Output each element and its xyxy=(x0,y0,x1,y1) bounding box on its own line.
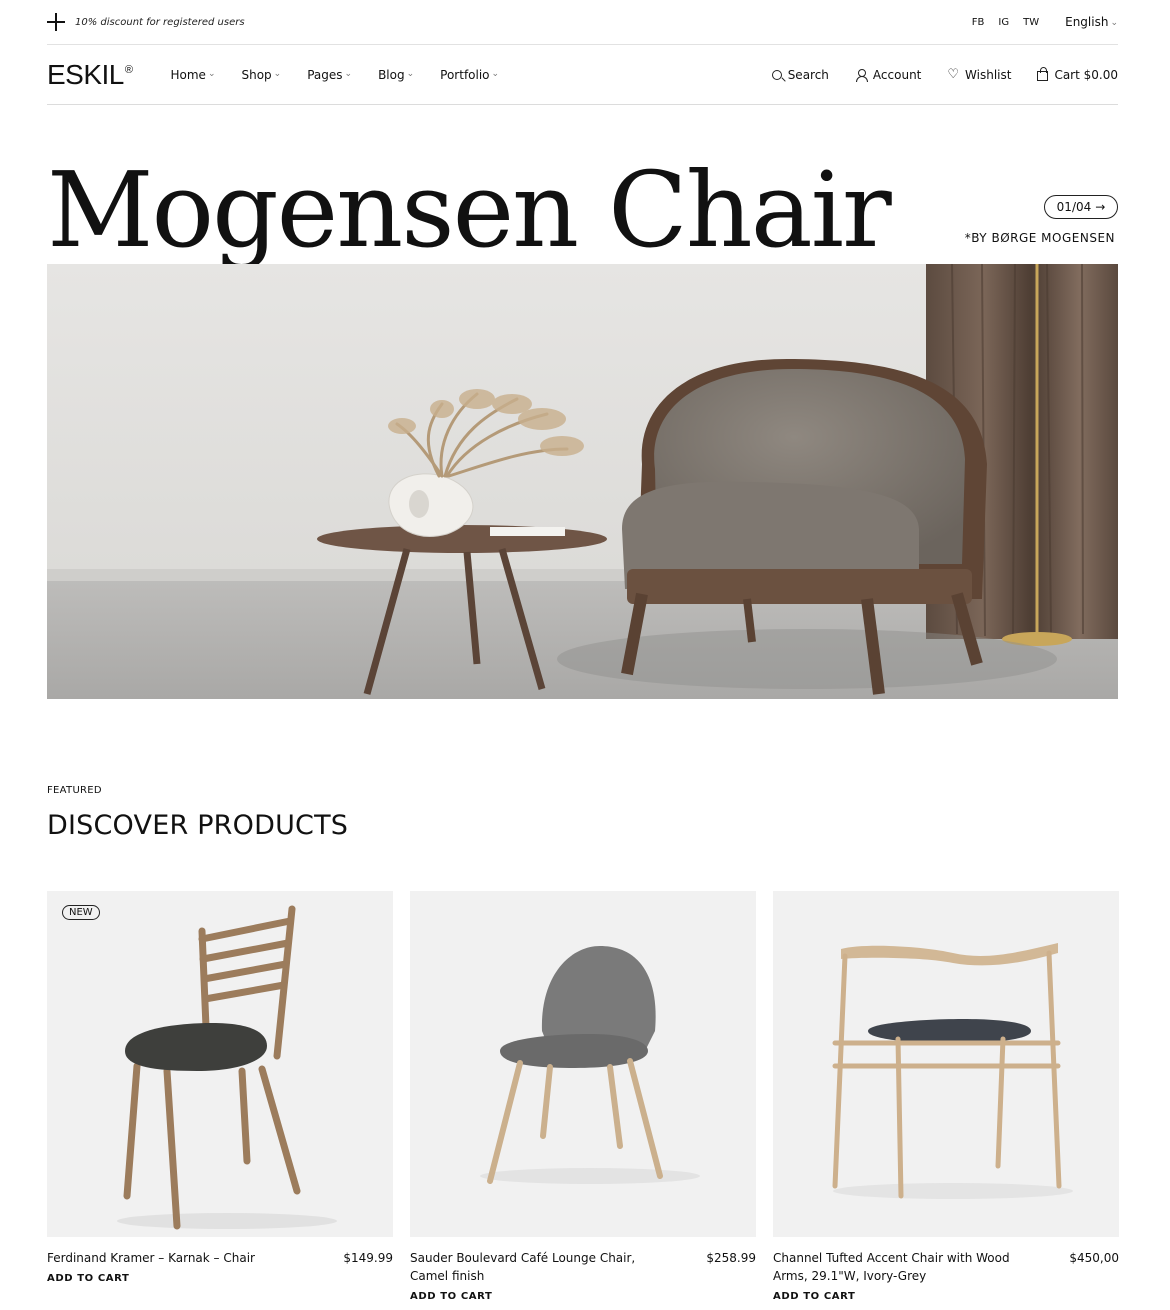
search-icon xyxy=(771,69,782,80)
menu-item-portfolio[interactable]: Portfolio ⌄ xyxy=(440,68,499,82)
slide-counter: 01/04 xyxy=(1056,200,1092,214)
product-card[interactable]: Channel Tufted Accent Chair with Wood Ar… xyxy=(773,891,1119,1302)
search-button[interactable]: Search xyxy=(771,67,829,82)
arrow-right-icon: → xyxy=(1095,200,1106,214)
product-info: Sauder Boulevard Café Lounge Chair, Came… xyxy=(410,1249,756,1285)
promo-text: 10% discount for registered users xyxy=(75,16,245,28)
hero-illustration xyxy=(47,264,1118,699)
product-name[interactable]: Ferdinand Kramer – Karnak – Chair xyxy=(47,1249,307,1267)
logo-text: ESKIL xyxy=(47,58,124,90)
user-icon xyxy=(855,68,868,82)
product-name[interactable]: Sauder Boulevard Café Lounge Chair, Came… xyxy=(410,1249,670,1285)
menu-item-blog[interactable]: Blog ⌄ xyxy=(378,68,414,82)
add-to-cart-button[interactable]: ADD TO CART xyxy=(773,1291,1119,1302)
registered-mark: ® xyxy=(124,64,133,77)
promo: 10% discount for registered users xyxy=(47,13,245,31)
account-button[interactable]: Account xyxy=(855,68,921,82)
section-title: DISCOVER PRODUCTS xyxy=(47,810,349,841)
new-badge: NEW xyxy=(62,905,100,920)
header-actions: Search Account ♡ Wishlist Cart $0.00 xyxy=(771,66,1118,82)
product-image[interactable] xyxy=(773,891,1119,1237)
product-card[interactable]: Sauder Boulevard Café Lounge Chair, Came… xyxy=(410,891,756,1302)
menu-label: Shop xyxy=(241,67,272,82)
menu-label: Home xyxy=(170,67,206,82)
cart-button[interactable]: Cart $0.00 xyxy=(1037,66,1118,82)
menu-item-pages[interactable]: Pages ⌄ xyxy=(307,68,352,82)
logo[interactable]: ESKIL® xyxy=(47,59,133,91)
bag-icon xyxy=(1037,66,1049,81)
product-name[interactable]: Channel Tufted Accent Chair with Wood Ar… xyxy=(773,1249,1033,1285)
menu-label: Portfolio xyxy=(440,67,490,82)
chevron-down-icon: ⌄ xyxy=(344,68,353,79)
top-right: FB IG TW English ⌄ xyxy=(972,15,1118,29)
wishbone-chair-illustration xyxy=(832,943,1073,1199)
main-nav: ESKIL® Home ⌄ Shop ⌄ Pages ⌄ Blog ⌄ Portfoli… xyxy=(47,45,1118,105)
social-fb-link[interactable]: FB xyxy=(972,17,985,28)
wishlist-label: Wishlist xyxy=(965,67,1012,82)
menu-item-home[interactable]: Home ⌄ xyxy=(171,68,216,82)
section-eyebrow: FEATURED xyxy=(47,785,102,796)
chevron-down-icon: ⌄ xyxy=(406,68,415,79)
add-to-cart-button[interactable]: ADD TO CART xyxy=(410,1291,756,1302)
hero-byline: *BY BØRGE MOGENSEN xyxy=(964,231,1115,245)
product-image[interactable]: NEW xyxy=(47,891,393,1237)
cart-label: Cart $0.00 xyxy=(1054,67,1118,82)
menu-item-shop[interactable]: Shop ⌄ xyxy=(241,68,281,82)
wishlist-button[interactable]: ♡ Wishlist xyxy=(947,68,1011,82)
hero-title: Mogensen Chair xyxy=(47,149,892,271)
wooden-chair-illustration xyxy=(117,905,337,1230)
language-label: English xyxy=(1065,15,1109,29)
menu: Home ⌄ Shop ⌄ Pages ⌄ Blog ⌄ Portfolio ⌄ xyxy=(171,68,500,82)
menu-label: Blog xyxy=(378,67,405,82)
product-info: Ferdinand Kramer – Karnak – Chair $149.9… xyxy=(47,1249,393,1267)
grey-chair-illustration xyxy=(480,946,700,1184)
social-tw-link[interactable]: TW xyxy=(1023,17,1039,28)
chevron-down-icon: ⌄ xyxy=(1110,18,1118,28)
add-to-cart-button[interactable]: ADD TO CART xyxy=(47,1273,393,1284)
product-price: $258.99 xyxy=(706,1251,756,1265)
language-select[interactable]: English ⌄ xyxy=(1065,15,1118,29)
slider-next-button[interactable]: 01/04 → xyxy=(1044,195,1118,219)
chevron-down-icon: ⌄ xyxy=(491,68,500,79)
product-info: Channel Tufted Accent Chair with Wood Ar… xyxy=(773,1249,1119,1285)
top-bar: 10% discount for registered users FB IG … xyxy=(47,0,1118,45)
sparkle-icon xyxy=(47,13,65,31)
chevron-down-icon: ⌄ xyxy=(273,68,282,79)
social-ig-link[interactable]: IG xyxy=(998,17,1009,28)
chevron-down-icon: ⌄ xyxy=(207,68,216,79)
heart-icon: ♡ xyxy=(947,66,960,82)
hero-image xyxy=(47,264,1118,699)
menu-label: Pages xyxy=(307,67,343,82)
product-image[interactable] xyxy=(410,891,756,1237)
search-label: Search xyxy=(787,67,829,82)
product-price: $149.99 xyxy=(343,1251,393,1265)
product-grid: NEW Ferdinand Kramer – Karnak – Chair $1… xyxy=(47,891,1119,1302)
product-card[interactable]: NEW Ferdinand Kramer – Karnak – Chair $1… xyxy=(47,891,393,1302)
account-label: Account xyxy=(872,67,922,82)
product-price: $450,00 xyxy=(1069,1251,1119,1265)
